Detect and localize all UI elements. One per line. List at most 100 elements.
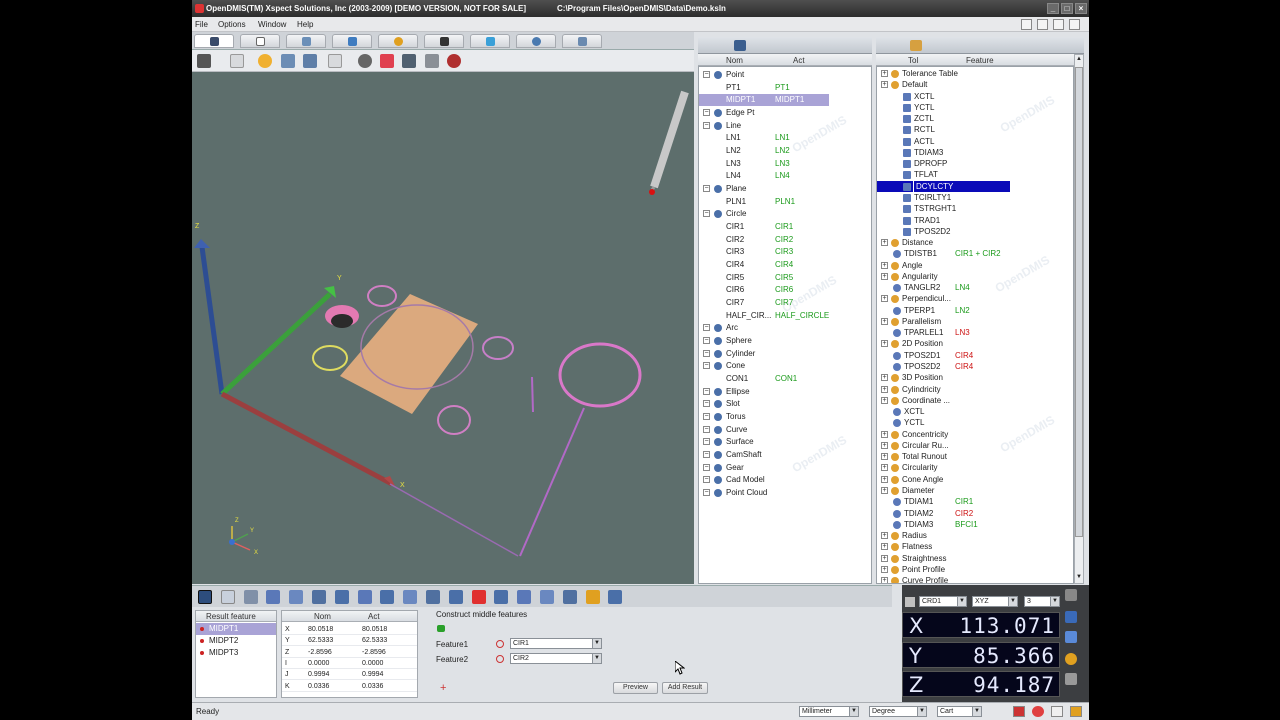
feature-group[interactable]: − Cone xyxy=(699,360,871,372)
dro-tool-icon[interactable] xyxy=(1065,589,1077,601)
feature-group[interactable]: − Point xyxy=(699,69,871,81)
expand-toggle-icon[interactable]: + xyxy=(881,317,888,325)
collapse-toggle-icon[interactable]: − xyxy=(703,489,710,497)
collapse-toggle-icon[interactable]: − xyxy=(703,185,710,193)
dro-tool-icon[interactable] xyxy=(1065,673,1077,685)
dro-tool-icon[interactable] xyxy=(1065,611,1077,623)
feature-panel-tab-icon[interactable] xyxy=(734,40,746,51)
tolerance-group[interactable]: + Tolerance Table xyxy=(877,68,1073,79)
tolerance-group[interactable]: + Diameter xyxy=(877,485,1073,496)
tolerance-item[interactable]: DCYLCTY xyxy=(877,180,1073,192)
expand-toggle-icon[interactable]: + xyxy=(881,340,888,348)
tolerance-item[interactable]: TDISTB1 CIR1 + CIR2 xyxy=(877,248,1073,259)
delete-icon[interactable] xyxy=(425,54,439,68)
coord-system-select[interactable]: CRD1 ▼ xyxy=(919,596,967,607)
tolerance-group[interactable]: + Perpendicul... xyxy=(877,293,1073,304)
collapse-toggle-icon[interactable]: − xyxy=(703,451,710,459)
collapse-toggle-icon[interactable]: − xyxy=(703,121,710,129)
crosshair-icon[interactable]: + xyxy=(440,682,446,694)
tolerance-item[interactable]: ACTL xyxy=(877,136,1073,147)
measure-icon[interactable] xyxy=(402,54,416,68)
scroll-down-icon[interactable]: ▼ xyxy=(1075,573,1083,582)
zoom-fit-icon[interactable] xyxy=(281,54,295,68)
collapse-toggle-icon[interactable]: − xyxy=(703,413,710,421)
chevron-down-icon[interactable]: ▼ xyxy=(849,707,858,716)
feature-group[interactable]: − Cylinder xyxy=(699,348,871,360)
result-item[interactable]: MIDPT3 xyxy=(196,647,276,659)
tolerance-group[interactable]: +2D Position xyxy=(877,338,1073,349)
chevron-down-icon[interactable]: ▼ xyxy=(1050,597,1059,606)
tab-graphics[interactable] xyxy=(378,34,418,48)
feature1-select[interactable]: CIR1 ▼ xyxy=(510,638,602,649)
result-feature-list[interactable]: Result feature MIDPT1 MIDPT2 MIDPT3 xyxy=(195,610,277,698)
feature-group[interactable]: − Sphere xyxy=(699,335,871,347)
chevron-down-icon[interactable]: ▼ xyxy=(1008,597,1017,606)
feature-item[interactable]: PLN1 PLN1 xyxy=(699,196,871,208)
tolerance-item[interactable]: TDIAM3 xyxy=(877,147,1073,158)
construct-tool-icon[interactable] xyxy=(243,590,258,604)
menu-file[interactable]: File xyxy=(195,20,208,29)
go-arrow-icon[interactable] xyxy=(437,625,445,632)
status-tool-icon[interactable] xyxy=(1013,706,1025,717)
scroll-thumb[interactable] xyxy=(1075,67,1083,537)
expand-toggle-icon[interactable]: + xyxy=(881,430,888,438)
feature-group[interactable]: − Ellipse xyxy=(699,386,871,398)
tolerance-group[interactable]: + Default xyxy=(877,79,1073,90)
construct-tool-icon[interactable] xyxy=(471,590,486,604)
feature-group[interactable]: − Gear xyxy=(699,462,871,474)
maximize-button[interactable]: □ xyxy=(1061,3,1073,14)
construct-tool-icon[interactable] xyxy=(426,590,440,604)
expand-toggle-icon[interactable]: + xyxy=(881,554,888,562)
feature-item[interactable]: PT1 PT1 xyxy=(699,82,871,94)
restore-icon[interactable] xyxy=(1037,19,1048,30)
menu-window[interactable]: Window xyxy=(258,20,286,29)
add-result-button[interactable]: Add Result xyxy=(662,682,708,694)
feature-item[interactable]: CIR6 CIR6 xyxy=(699,284,871,296)
construct-tool-icon[interactable] xyxy=(517,590,532,604)
expand-toggle-icon[interactable]: + xyxy=(881,532,888,540)
feature-group[interactable]: − Edge Pt xyxy=(699,107,871,119)
expand-toggle-icon[interactable]: + xyxy=(881,543,888,551)
tab-report[interactable] xyxy=(240,34,280,48)
expand-toggle-icon[interactable]: + xyxy=(881,261,888,269)
units-select[interactable]: Millimeter ▼ xyxy=(799,706,859,717)
expand-toggle-icon[interactable]: + xyxy=(881,239,888,247)
close-button[interactable]: × xyxy=(1075,3,1087,14)
construct-tool-icon[interactable] xyxy=(334,590,349,604)
render-icon[interactable] xyxy=(380,54,394,68)
feature-item[interactable]: CIR5 CIR5 xyxy=(699,272,871,284)
tolerance-group[interactable]: + Curve Profile xyxy=(877,575,1073,583)
window-list-icon[interactable] xyxy=(1053,19,1064,30)
tab-table[interactable] xyxy=(286,34,326,48)
feature-item[interactable]: MIDPT1 MIDPT1 xyxy=(699,94,829,107)
dro-tool-icon[interactable] xyxy=(1065,631,1077,643)
collapse-toggle-icon[interactable]: − xyxy=(703,476,710,484)
col-act[interactable]: Act xyxy=(793,56,805,65)
col-nom[interactable]: Nom xyxy=(726,56,743,65)
expand-toggle-icon[interactable]: + xyxy=(881,272,888,280)
collapse-toggle-icon[interactable]: − xyxy=(703,324,710,332)
tolerance-group[interactable]: + Cone Angle xyxy=(877,474,1073,485)
preview-button[interactable]: Preview xyxy=(613,682,658,694)
tolerance-item[interactable]: DPROFP xyxy=(877,158,1073,169)
tab-cmm[interactable] xyxy=(470,34,510,48)
menu-options[interactable]: Options xyxy=(218,20,246,29)
result-values-table[interactable]: Nom Act X 80.0518 80.0518 Y 62.5333 62.5333 Z -… xyxy=(281,610,418,698)
collapse-toggle-icon[interactable]: − xyxy=(703,109,710,116)
status-tool-icon[interactable] xyxy=(1051,706,1063,717)
tolerance-item[interactable]: TPOS2D1 CIR4 xyxy=(877,350,1073,361)
tab-probe[interactable] xyxy=(424,34,464,48)
collapse-toggle-icon[interactable]: − xyxy=(703,337,710,345)
tolerance-scrollbar[interactable]: ▲ ▼ xyxy=(1074,54,1084,584)
feature-group[interactable]: − CamShaft xyxy=(699,449,871,461)
expand-toggle-icon[interactable]: + xyxy=(881,396,888,404)
tab-3d-view[interactable] xyxy=(194,34,234,48)
construct-tool-icon[interactable] xyxy=(220,590,235,604)
tolerance-group[interactable]: + Angle xyxy=(877,260,1073,271)
tolerance-item[interactable]: TPOS2D2 CIR4 xyxy=(877,361,1073,372)
help-icon[interactable] xyxy=(1069,19,1080,30)
feature-group[interactable]: − Line xyxy=(699,120,871,132)
tolerance-item[interactable]: TPARLEL1 LN3 xyxy=(877,327,1073,338)
feature-item[interactable]: LN3 LN3 xyxy=(699,158,871,170)
construct-tool-icon[interactable] xyxy=(357,590,372,604)
